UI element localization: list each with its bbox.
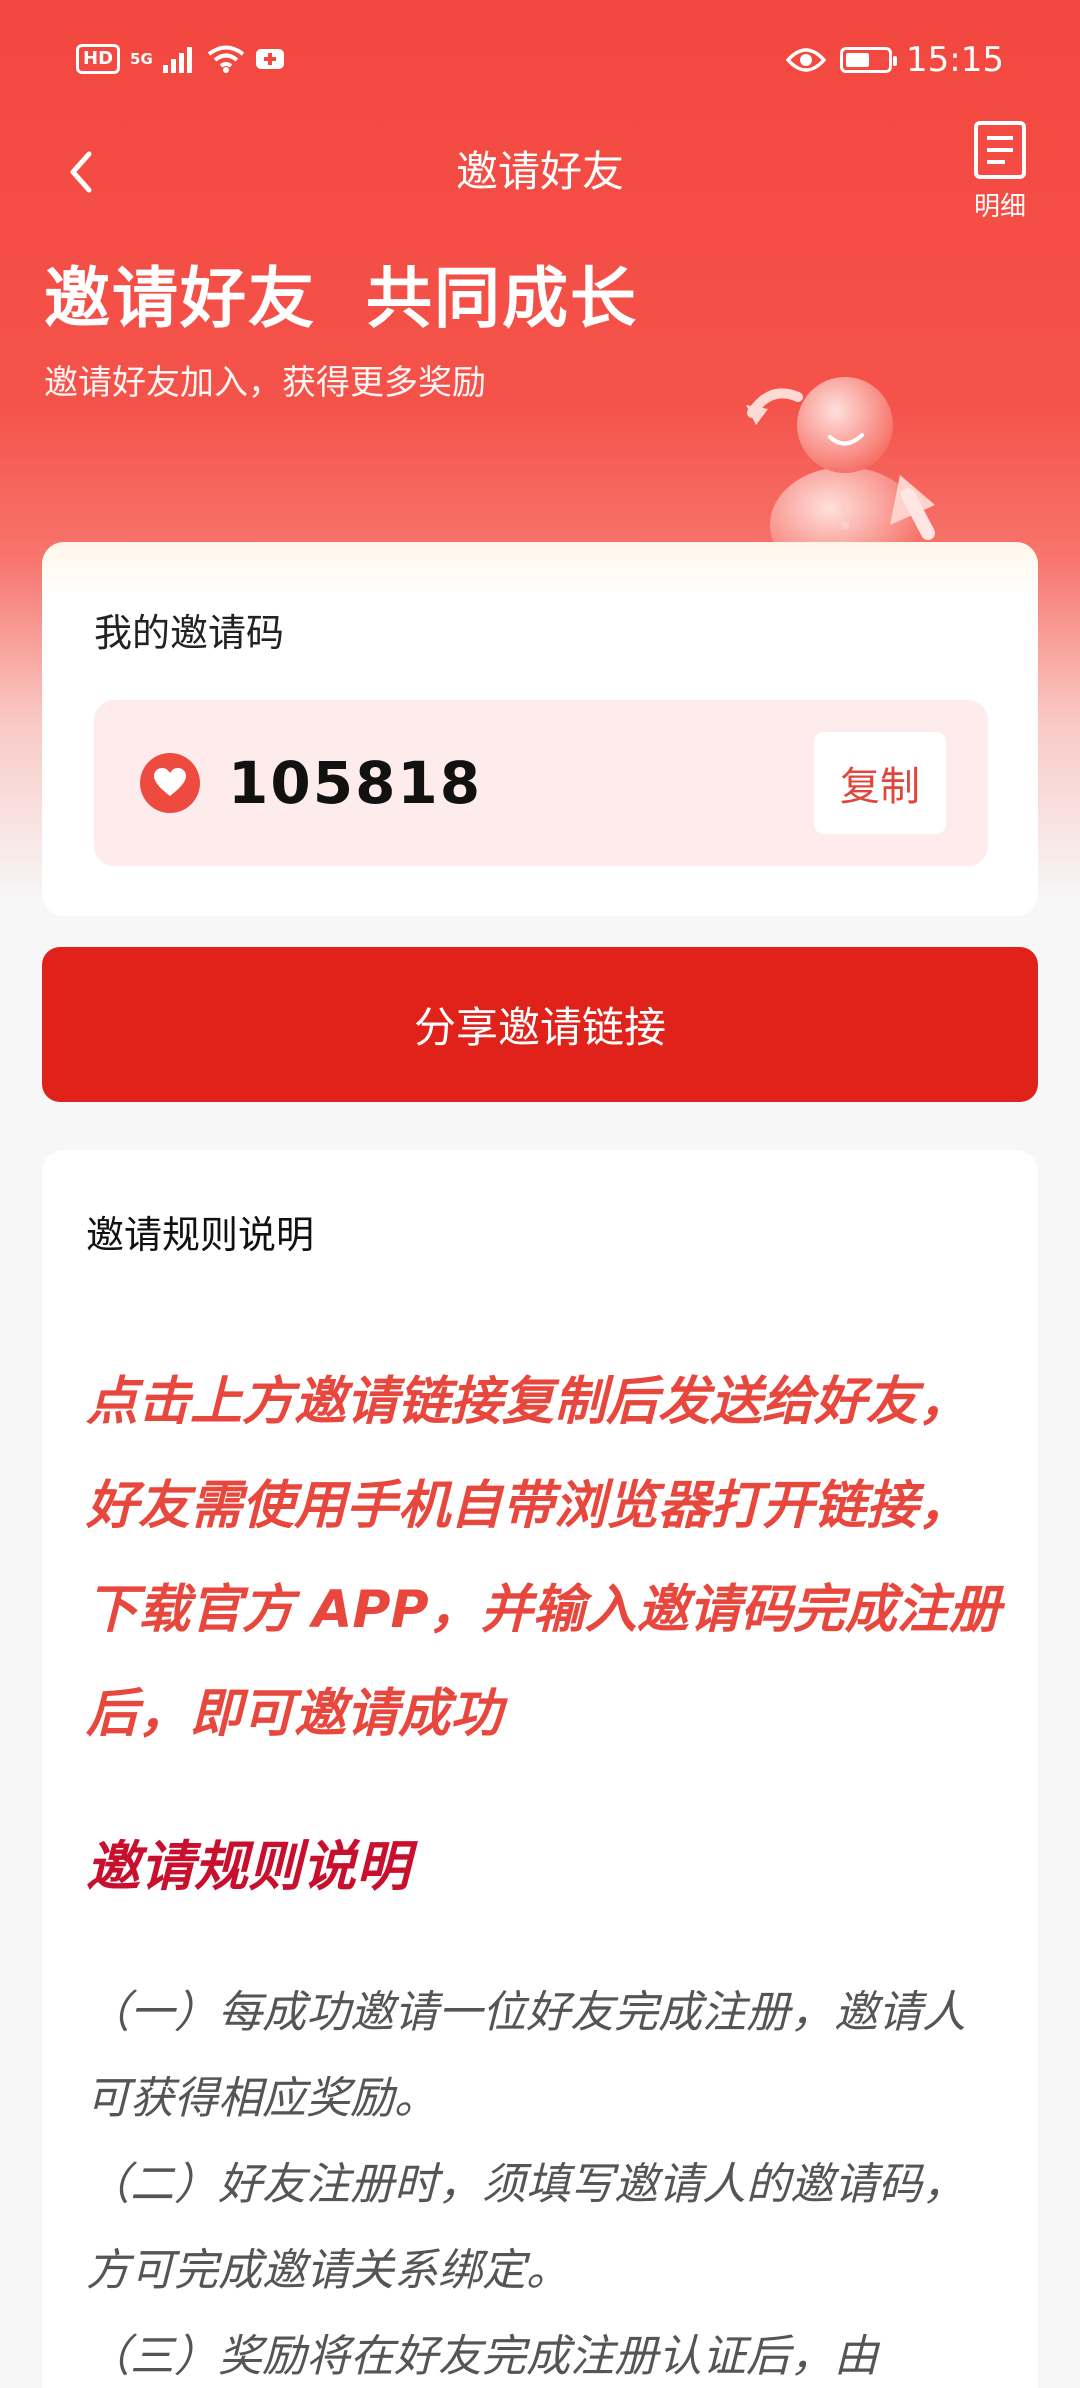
hero-subline: 邀请好友加入，获得更多奖励 [44,363,486,403]
status-bar: HD 5G 15:15 [0,0,1080,130]
page-title: 邀请好友 [455,147,624,196]
invite-code-label: 我的邀请码 [94,611,285,655]
heart-shape [154,768,186,796]
hd-indicator: HD [76,44,121,74]
invite-friends-page: HD 5G 15:15 邀请好友 明细 邀请好友 共同成长 邀请好友加入，获得更… [0,0,1080,2388]
nav-bar: 邀请好友 明细 [0,120,1080,230]
status-right: 15:15 [786,40,1004,80]
rules-subtitle: 邀请规则说明 [86,1835,410,1898]
invite-code-box: 105818 复制 [94,700,988,866]
rules-card: 邀请规则说明 点击上方邀请链接复制后发送给好友，好友需使用手机自带浏览器打开链接… [42,1150,1038,2388]
invite-code-card: 我的邀请码 105818 复制 [42,542,1038,916]
rules-list: （一）每成功邀请一位好友完成注册，邀请人可获得相应奖励。 （二）好友注册时，须填… [86,1970,1006,2388]
clock: 15:15 [906,40,1004,80]
detail-label: 明细 [973,192,1026,222]
rules-highlight: 点击上方邀请链接复制后发送给好友，好友需使用手机自带浏览器打开链接，下载官方 A… [86,1372,1001,1744]
share-invite-link-button[interactable]: 分享邀请链接 [42,947,1038,1102]
heart-icon [140,753,200,813]
rule-item: （二）好友注册时，须填写邀请人的邀请码，方可完成邀请关系绑定。 [86,2159,966,2296]
wifi-icon [207,45,244,73]
hero-headline: 邀请好友 共同成长 [44,260,638,337]
detail-button[interactable]: 明细 [960,120,1040,223]
health-plus-icon [255,49,284,69]
mascot-illustration [746,377,935,565]
document-list-icon [974,121,1026,179]
invite-code-value: 105818 [228,749,483,817]
signal-icon [162,47,192,73]
rule-item: （一）每成功邀请一位好友完成注册，邀请人可获得相应奖励。 [86,1987,966,2124]
network-type: 5G [130,50,153,68]
battery-fill [846,53,870,67]
rule-item: （三）奖励将在好友完成注册认证后，由 [86,2331,878,2382]
eye-icon [786,48,827,72]
status-left: HD 5G [76,44,285,74]
copy-button[interactable]: 复制 [814,732,946,834]
rules-title: 邀请规则说明 [86,1213,315,1257]
battery-icon [840,47,898,73]
